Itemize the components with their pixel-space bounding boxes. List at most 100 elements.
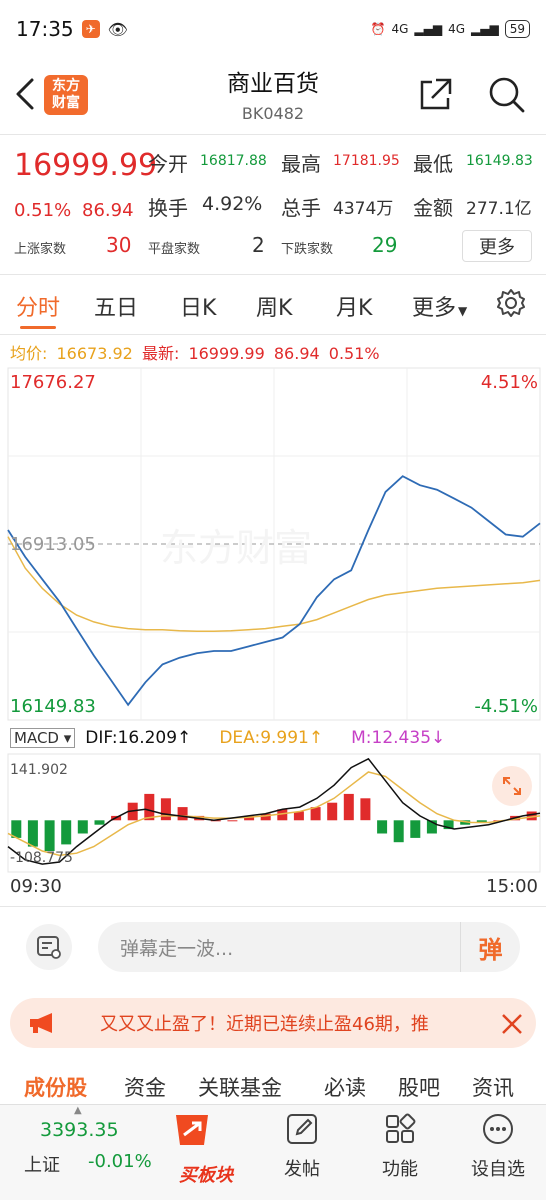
tab-daily-k[interactable]: 日K (180, 290, 216, 322)
avg-label: 均价: (10, 344, 48, 363)
danmu-input[interactable]: 弹幕走一波... (98, 922, 520, 972)
macd-bar (160, 798, 171, 821)
add-watchlist-button[interactable]: 设自选 (458, 1111, 538, 1181)
title-block: 商业百货 BK0482 (0, 64, 546, 123)
battery-icon: 59 (504, 20, 530, 38)
danmu-send-button[interactable]: 弹 (460, 922, 520, 972)
danmu-toggle-button[interactable] (26, 924, 72, 970)
tab-forum[interactable]: 股吧 (398, 1072, 440, 1102)
open-value: 16817.88 (200, 153, 267, 169)
price-info-line: 均价: 16673.92 最新: 16999.99 86.94 0.51% (10, 340, 384, 364)
chart-settings-button[interactable] (496, 288, 526, 318)
macd-bar (327, 802, 338, 821)
change-value: 86.94 (82, 200, 134, 221)
close-banner-button[interactable] (498, 1010, 526, 1038)
search-button[interactable] (486, 74, 526, 114)
macd-bar (27, 820, 38, 847)
share-button[interactable] (416, 76, 454, 114)
notification-icon: ✈ (81, 20, 100, 38)
add-watchlist-label: 设自选 (471, 1159, 525, 1180)
current-price: 16999.99 (14, 148, 158, 183)
bottom-nav: ▲ 3393.35 上证 -0.01% 买板块 发帖 功能 设自选 (0, 1104, 546, 1200)
macd-bar (44, 820, 55, 851)
tab-more-label: 更多 (412, 296, 457, 321)
tab-capital[interactable]: 资金 (124, 1072, 166, 1102)
functions-button[interactable]: 功能 (360, 1111, 440, 1181)
post-button[interactable]: 发帖 (262, 1111, 342, 1181)
page-title: 商业百货 (227, 71, 319, 97)
tab-news[interactable]: 资讯 (472, 1072, 514, 1102)
caret-up-icon: ▲ (74, 1105, 82, 1116)
turnover-value: 4.92% (202, 193, 263, 215)
up-count: 30 (106, 233, 132, 257)
macd-panel: MACD ▾ DIF:16.209↑ DEA:9.991↑ M:12.435↓ … (0, 726, 546, 902)
y-top-label: 17676.27 (10, 372, 96, 393)
macd-bar (61, 820, 72, 845)
low-value: 16149.83 (466, 153, 533, 169)
divider (0, 274, 546, 275)
fullscreen-button[interactable] (492, 766, 532, 806)
gear-icon (497, 289, 525, 317)
tab-five-day[interactable]: 五日 (94, 290, 138, 322)
down-count: 29 (372, 233, 398, 257)
y-bottom-label: 16149.83 (10, 696, 96, 717)
latest-change: 86.94 (273, 344, 320, 363)
period-tabs: 分时 五日 日K 周K 月K 更多 ▼ (0, 276, 546, 334)
tab-related-funds[interactable]: 关联基金 (198, 1072, 282, 1102)
macd-bottom-label: -108.775 (10, 850, 73, 866)
tab-monthly-k[interactable]: 月K (336, 290, 372, 322)
macd-chart-svg (7, 753, 541, 873)
buy-sector-label: 买板块 (179, 1165, 233, 1186)
dea-label: DEA:9.991↑ (219, 728, 324, 748)
buy-sector-button[interactable]: 买板块 (170, 1111, 242, 1187)
more-button[interactable]: 更多 (462, 230, 532, 262)
time-end-label: 15:00 (486, 876, 538, 897)
flat-count-label: 平盘家数 (148, 242, 201, 257)
promo-text: 又又又止盈了！近期已连续止盈46期，推 (100, 1014, 429, 1035)
macd-bar (377, 820, 388, 834)
volume-value: 4374万 (333, 199, 394, 219)
macd-bar (144, 793, 155, 821)
signal-icon-2: ▂▄▆ (471, 22, 499, 36)
flat-count: 2 (252, 233, 265, 257)
macd-bar (293, 811, 304, 821)
index-name: 上证 (24, 1155, 60, 1176)
high-value: 17181.95 (333, 153, 400, 169)
tab-weekly-k[interactable]: 周K (256, 290, 292, 322)
volume-label: 总手 (281, 196, 321, 220)
buy-sector-icon (176, 1115, 208, 1145)
macd-bar (360, 798, 371, 821)
grid-icon (386, 1113, 416, 1143)
latest-label: 最新: (141, 344, 180, 363)
macd-bar (410, 820, 421, 838)
indicator-selector[interactable]: MACD ▾ (10, 728, 76, 748)
promo-banner[interactable]: 又又又止盈了！近期已连续止盈46期，推 (10, 998, 536, 1048)
status-bar: 17:35 ✈ 👁 ⏰ 4G ▂▄▆ 4G ▂▄▆ 59 (0, 0, 546, 58)
watermark-logo: 东方财富 (160, 526, 312, 570)
macd-bar (227, 820, 238, 822)
pct-top-label: 4.51% (480, 372, 538, 393)
tab-intraday[interactable]: 分时 (16, 290, 60, 322)
eye-icon: 👁 (107, 19, 128, 39)
macd-bar (77, 820, 88, 834)
caret-down-icon: ▼ (458, 304, 468, 318)
macd-bar (177, 807, 188, 821)
tab-must-read[interactable]: 必读 (324, 1072, 366, 1102)
m-label: M:12.435↓ (351, 728, 446, 748)
expand-icon (503, 777, 521, 795)
divider (0, 334, 546, 335)
open-label: 今开 (148, 152, 188, 176)
divider (0, 906, 546, 907)
danmu-settings-icon (37, 936, 61, 959)
amount-label: 金额 (413, 196, 453, 220)
indicator-name: MACD (14, 729, 59, 747)
intraday-chart[interactable]: 东方财富 17676.27 4.51% 16913.05 16149.83 -4… (0, 366, 546, 722)
high-label: 最高 (281, 152, 321, 176)
divider (0, 134, 546, 135)
tab-constituents[interactable]: 成份股 (24, 1072, 87, 1102)
quote-panel: 16999.99 0.51% 86.94 今开 16817.88 最高 1718… (0, 140, 546, 270)
status-time: 17:35 (16, 17, 74, 41)
detail-tabs: 成份股 资金 关联基金 必读 股吧 资讯 (0, 1070, 546, 1106)
tab-more[interactable]: 更多 ▼ (412, 290, 467, 322)
pct-bottom-label: -4.51% (474, 696, 538, 717)
